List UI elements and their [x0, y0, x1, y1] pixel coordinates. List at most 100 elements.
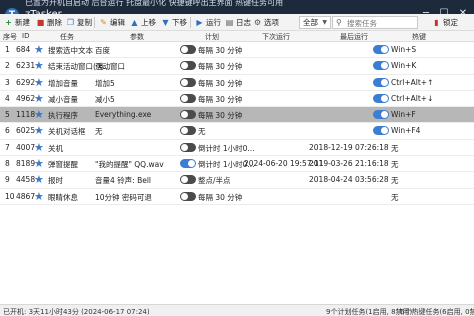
row-params: "我的提醒" QQ.wav: [95, 160, 164, 170]
star-icon[interactable]: ★: [34, 158, 45, 169]
hotkey-toggle[interactable]: [373, 61, 389, 71]
row-id: 6231: [16, 61, 36, 71]
star-icon[interactable]: ★: [34, 191, 45, 202]
column-header-seq[interactable]: 序号: [3, 32, 17, 42]
hotkey-toggle[interactable]: [373, 93, 389, 103]
column-header-task[interactable]: 任务: [60, 32, 74, 42]
row-hotkey: 无: [391, 192, 399, 202]
hotkey-toggle[interactable]: [373, 77, 389, 87]
schedule-toggle[interactable]: [180, 77, 196, 87]
row-seq: 7: [5, 142, 10, 152]
row-params: 减小5: [95, 94, 115, 104]
row-last-run: 2018-04-24 03:56:28: [309, 175, 389, 185]
toolbar-divider: [190, 17, 191, 28]
table-row[interactable]: 2 6231 ★ 结束活动窗口(强... 活动窗口 每隔 30 分钟 Win+K: [0, 58, 474, 75]
schedule-toggle[interactable]: [180, 110, 196, 120]
search-box[interactable]: ⚲: [332, 16, 418, 29]
row-hotkey: Ctrl+Alt+↑: [391, 77, 434, 87]
table-row[interactable]: 5 1118 ★ 执行程序 Everything.exe 每隔 30 分钟 Win+F: [0, 107, 474, 124]
pencil-icon: ✎: [100, 18, 107, 27]
row-id: 4007: [16, 142, 36, 152]
table-row[interactable]: 7 4007 ★ 关机 倒计时 1小时0... 2018-12-19 07:26:18 无: [0, 140, 474, 157]
table-row[interactable]: 1 684 ★ 搜索选中文本 百度 每隔 30 分钟 Win+S: [0, 42, 474, 59]
filter-dropdown[interactable]: 全部 ▼: [299, 16, 331, 29]
row-hotkey: Win+F4: [391, 126, 421, 136]
run-button[interactable]: ▶ 运行: [193, 16, 223, 29]
pin-icon: ▮: [434, 18, 439, 27]
row-id: 4962: [16, 93, 36, 103]
row-schedule: 每隔 30 分钟: [198, 62, 243, 72]
row-hotkey: 无: [391, 143, 399, 153]
schedule-toggle[interactable]: [180, 159, 196, 169]
search-input[interactable]: [347, 18, 415, 28]
row-id: 684: [16, 45, 31, 54]
row-id: 4867: [16, 191, 36, 201]
delete-button[interactable]: ■ 删除: [34, 16, 64, 29]
schedule-toggle[interactable]: [180, 191, 196, 201]
toolbar-divider: [94, 17, 95, 28]
row-seq: 5: [5, 110, 10, 120]
star-icon[interactable]: ★: [34, 60, 45, 71]
schedule-toggle[interactable]: [180, 45, 196, 54]
column-header-schedule[interactable]: 计划: [205, 32, 219, 42]
column-header-hotkey[interactable]: 热键: [412, 32, 426, 42]
row-seq: 4: [5, 93, 10, 103]
table-row[interactable]: 9 4458 ★ 报时 音量4 铃声: Bell 整点/半点 2018-04-24 03:5…: [0, 172, 474, 189]
star-icon[interactable]: ★: [34, 125, 45, 136]
table-row[interactable]: 10 4867 ★ 眼睛休息 10分钟 密码可退 每隔 30 分钟 无: [0, 189, 474, 205]
row-hotkey: 无: [391, 176, 399, 186]
star-icon[interactable]: ★: [34, 77, 45, 88]
row-task-name: 关机: [48, 143, 63, 153]
row-params: 音量4 铃声: Bell: [95, 176, 151, 186]
copy-button[interactable]: ❐ 复制: [64, 16, 94, 29]
row-id: 6292: [16, 77, 36, 87]
schedule-toggle[interactable]: [180, 126, 196, 136]
delete-icon: ■: [36, 18, 45, 27]
column-header-params[interactable]: 参数: [130, 32, 144, 42]
hotkey-toggle[interactable]: [373, 110, 389, 120]
options-button[interactable]: ⚙ 选项: [251, 16, 281, 29]
hotkey-count: 6个热键任务(6启用, 0禁用): [400, 308, 474, 316]
row-params: 百度: [95, 46, 110, 55]
new-button[interactable]: + 新建: [2, 16, 32, 29]
row-id: 4458: [16, 175, 36, 185]
star-icon[interactable]: ★: [34, 142, 45, 153]
row-seq: 9: [5, 175, 10, 185]
row-schedule: 整点/半点: [198, 176, 231, 186]
schedule-toggle[interactable]: [180, 175, 196, 185]
row-hotkey: Ctrl+Alt+↓: [391, 93, 434, 103]
column-header-id[interactable]: ID: [22, 32, 29, 40]
column-header-next-run[interactable]: 下次运行: [262, 32, 290, 42]
row-id: 6025: [16, 126, 36, 136]
row-schedule: 无: [198, 127, 206, 137]
copy-icon: ❐: [66, 18, 75, 27]
table-row[interactable]: 4 4962 ★ 减小音量 减小5 每隔 30 分钟 Ctrl+Alt+↓: [0, 91, 474, 108]
row-task-name: 增加音量: [48, 78, 78, 88]
gear-icon: ⚙: [253, 18, 262, 27]
schedule-toggle[interactable]: [180, 61, 196, 71]
row-schedule: 每隔 30 分钟: [198, 78, 243, 88]
row-params: 活动窗口: [95, 62, 125, 72]
move-up-button[interactable]: ▲ 上移: [128, 16, 158, 29]
table-row[interactable]: 8 8189 ★ 弹窗提醒 "我的提醒" QQ.wav 倒计时 1小时0... 2024-0…: [0, 156, 474, 173]
row-hotkey: Win+S: [391, 45, 417, 54]
table-row[interactable]: 6 6025 ★ 关机对话框无无 Win+F4: [0, 123, 474, 140]
hotkey-toggle[interactable]: [373, 126, 389, 136]
star-icon[interactable]: ★: [34, 174, 45, 185]
row-seq: 1: [5, 45, 10, 54]
table-row[interactable]: 3 6292 ★ 增加音量 增加5 每隔 30 分钟 Ctrl+Alt+↑: [0, 75, 474, 91]
schedule-toggle[interactable]: [180, 142, 196, 152]
hotkey-toggle[interactable]: [373, 45, 389, 54]
status-bar: 已开机: 3天11小时43分 (2024-06-17 07:24) 9个计划任务…: [0, 304, 474, 316]
star-icon[interactable]: ★: [34, 109, 45, 120]
row-schedule: 每隔 30 分钟: [198, 94, 243, 104]
lock-button[interactable]: ▮ 锁定: [430, 16, 460, 29]
star-icon[interactable]: ★: [34, 93, 45, 104]
row-task-name: 眼睛休息: [48, 192, 78, 202]
move-down-button[interactable]: ▼ 下移: [159, 16, 189, 29]
edit-button[interactable]: ✎ 编辑: [97, 16, 127, 29]
schedule-toggle[interactable]: [180, 93, 196, 103]
log-button[interactable]: ▤ 日志: [223, 16, 253, 29]
column-header-last-run[interactable]: 最后运行: [340, 32, 368, 42]
star-icon[interactable]: ★: [34, 44, 45, 55]
